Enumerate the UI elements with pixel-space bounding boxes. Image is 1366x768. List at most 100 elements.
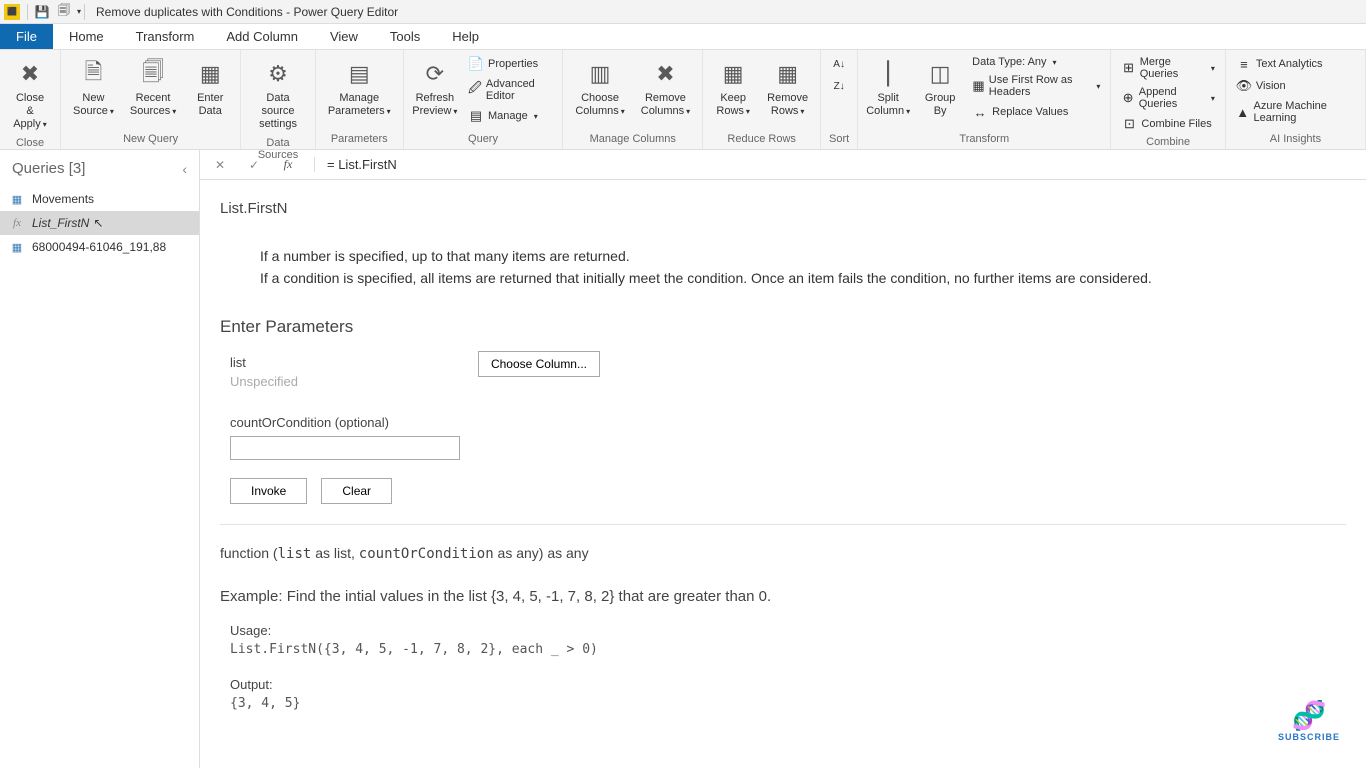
ribbon-group-close: ✖ Close & Apply▾ Close (0, 50, 61, 149)
query-item-label: List_FirstN (32, 216, 89, 230)
param-condition-label: countOrCondition (optional) (230, 415, 1346, 430)
text-analytics-button[interactable]: ≡Text Analytics (1232, 54, 1359, 74)
output-code: {3, 4, 5} (230, 696, 1346, 711)
param-list-label: list (230, 355, 298, 370)
tab-home[interactable]: Home (53, 24, 120, 49)
keep-rows-icon: ▦ (717, 58, 749, 90)
merge-queries-label: Merge Queries (1140, 56, 1205, 80)
tab-tools[interactable]: Tools (374, 24, 436, 49)
tab-help[interactable]: Help (436, 24, 495, 49)
usage-code: List.FirstN({3, 4, 5, -1, 7, 8, 2}, each… (230, 642, 1346, 657)
properties-button[interactable]: 📄Properties (464, 54, 556, 74)
choose-columns-button[interactable]: ▥ Choose Columns▾ (569, 54, 630, 122)
choose-column-button[interactable]: Choose Column... (478, 351, 600, 377)
remove-rows-button[interactable]: ▦ Remove Rows▾ (761, 54, 814, 122)
save-icon[interactable]: 💾 (31, 1, 53, 23)
data-source-settings-label: Data source settings (253, 92, 303, 131)
vision-button[interactable]: 👁 Vision (1232, 76, 1359, 96)
param-list-value: Unspecified (230, 374, 298, 389)
table-icon: ▦ (10, 240, 24, 254)
advanced-editor-label: Advanced Editor (486, 78, 552, 102)
data-source-settings-button[interactable]: ⚙ Data source settings (247, 54, 309, 135)
new-source-button[interactable]: 🗎 New Source▾ (67, 54, 120, 122)
properties-icon: 📄 (468, 56, 484, 72)
sort-asc-icon: A↓ (831, 56, 847, 72)
ribbon-group-reduce-rows: ▦ Keep Rows▾ ▦ Remove Rows▾ Reduce Rows (703, 50, 821, 149)
count-or-condition-input[interactable] (230, 436, 460, 460)
manage-button[interactable]: ▤Manage▾ (464, 106, 556, 126)
first-row-headers-label: Use First Row as Headers (989, 74, 1091, 98)
formula-bar: ✕ ✓ fx = List.FirstN (200, 150, 1366, 180)
combine-files-button[interactable]: ⊡Combine Files (1117, 114, 1218, 134)
formula-confirm-button[interactable]: ✓ (242, 153, 266, 177)
new-source-label: New Source (73, 92, 108, 117)
ribbon-group-manage-columns: ▥ Choose Columns▾ ✖ Remove Columns▾ Mana… (563, 50, 703, 149)
split-column-button[interactable]: ⎮ Split Column▾ (864, 54, 912, 122)
query-item-label: 68000494-61046_191,88 (32, 240, 166, 254)
menu-bar: File Home Transform Add Column View Tool… (0, 24, 1366, 50)
replace-values-button[interactable]: ↔Replace Values (968, 102, 1104, 122)
collapse-panel-button[interactable]: ‹ (182, 161, 187, 177)
manage-label: Manage (488, 110, 528, 122)
sig-cond: countOrCondition (359, 546, 494, 562)
manage-parameters-button[interactable]: ▤ Manage Parameters▾ (322, 54, 397, 122)
fx-icon: fx (10, 216, 24, 230)
replace-values-icon: ↔ (972, 104, 988, 120)
doc-icon[interactable]: 🗐 (53, 1, 75, 23)
merge-queries-button[interactable]: ⊞Merge Queries▾ (1117, 54, 1218, 82)
query-item-label: Movements (32, 192, 94, 206)
split-column-label: Split Column (866, 92, 904, 117)
desc-line-1: If a number is specified, up to that man… (260, 245, 1346, 267)
azure-ml-icon: ▲ (1236, 104, 1250, 120)
append-queries-button[interactable]: ⊕Append Queries▾ (1117, 84, 1218, 112)
ribbon-group-combine: ⊞Merge Queries▾ ⊕Append Queries▾ ⊡Combin… (1111, 50, 1225, 149)
recent-sources-icon: 🗐 (137, 58, 169, 90)
group-by-button[interactable]: ◫ Group By (916, 54, 964, 122)
enter-data-button[interactable]: ▦ Enter Data (186, 54, 234, 122)
refresh-icon: ⟳ (419, 58, 451, 90)
remove-rows-icon: ▦ (772, 58, 804, 90)
vision-icon: 👁 (1236, 78, 1252, 94)
enter-data-icon: ▦ (194, 58, 226, 90)
text-analytics-icon: ≡ (1236, 56, 1252, 72)
cursor-icon: ↖ (93, 216, 103, 230)
group-label-transform: Transform (864, 131, 1104, 149)
file-menu[interactable]: File (0, 24, 53, 49)
tab-add-column[interactable]: Add Column (210, 24, 314, 49)
manage-icon: ▤ (468, 108, 484, 124)
query-item-movements[interactable]: ▦ Movements (0, 187, 199, 211)
ribbon-group-sort: A↓ Z↓ Sort (821, 50, 858, 149)
formula-expression[interactable]: = List.FirstN (314, 157, 397, 172)
example-heading: Example: Find the intial values in the l… (220, 588, 1346, 605)
clear-button[interactable]: Clear (321, 478, 392, 504)
enter-data-label: Enter Data (197, 92, 223, 118)
function-signature: function (list as list, countOrCondition… (220, 545, 1346, 562)
query-item-list-firstn[interactable]: fx List_FirstN ↖ (0, 211, 199, 235)
group-label-parameters: Parameters (322, 131, 397, 149)
query-item-68000494[interactable]: ▦ 68000494-61046_191,88 (0, 235, 199, 259)
data-type-button[interactable]: Data Type: Any▾ (968, 54, 1104, 70)
sig-list: list (278, 546, 312, 562)
app-icon (4, 4, 20, 20)
function-name: List.FirstN (220, 200, 1346, 217)
remove-columns-button[interactable]: ✖ Remove Columns▾ (635, 54, 696, 122)
vision-label: Vision (1256, 80, 1286, 92)
recent-sources-button[interactable]: 🗐 Recent Sources▾ (124, 54, 182, 122)
combine-files-label: Combine Files (1141, 118, 1211, 130)
tab-view[interactable]: View (314, 24, 374, 49)
close-apply-button[interactable]: ✖ Close & Apply▾ (6, 54, 54, 135)
refresh-preview-button[interactable]: ⟳ Refresh Preview▾ (410, 54, 460, 122)
tab-transform[interactable]: Transform (120, 24, 211, 49)
first-row-headers-button[interactable]: ▦Use First Row as Headers▾ (968, 72, 1104, 100)
subscribe-label: SUBSCRIBE (1278, 732, 1340, 742)
azure-ml-button[interactable]: ▲Azure Machine Learning (1232, 98, 1359, 126)
keep-rows-button[interactable]: ▦ Keep Rows▾ (709, 54, 757, 122)
sort-asc-button[interactable]: A↓ (827, 54, 851, 74)
advanced-editor-button[interactable]: 🖉Advanced Editor (464, 76, 556, 104)
group-label-query: Query (410, 131, 557, 149)
ribbon-group-transform: ⎮ Split Column▾ ◫ Group By Data Type: An… (858, 50, 1111, 149)
data-type-label: Data Type: Any (972, 56, 1046, 68)
invoke-button[interactable]: Invoke (230, 478, 307, 504)
formula-cancel-button[interactable]: ✕ (208, 153, 232, 177)
sort-desc-button[interactable]: Z↓ (827, 76, 851, 96)
